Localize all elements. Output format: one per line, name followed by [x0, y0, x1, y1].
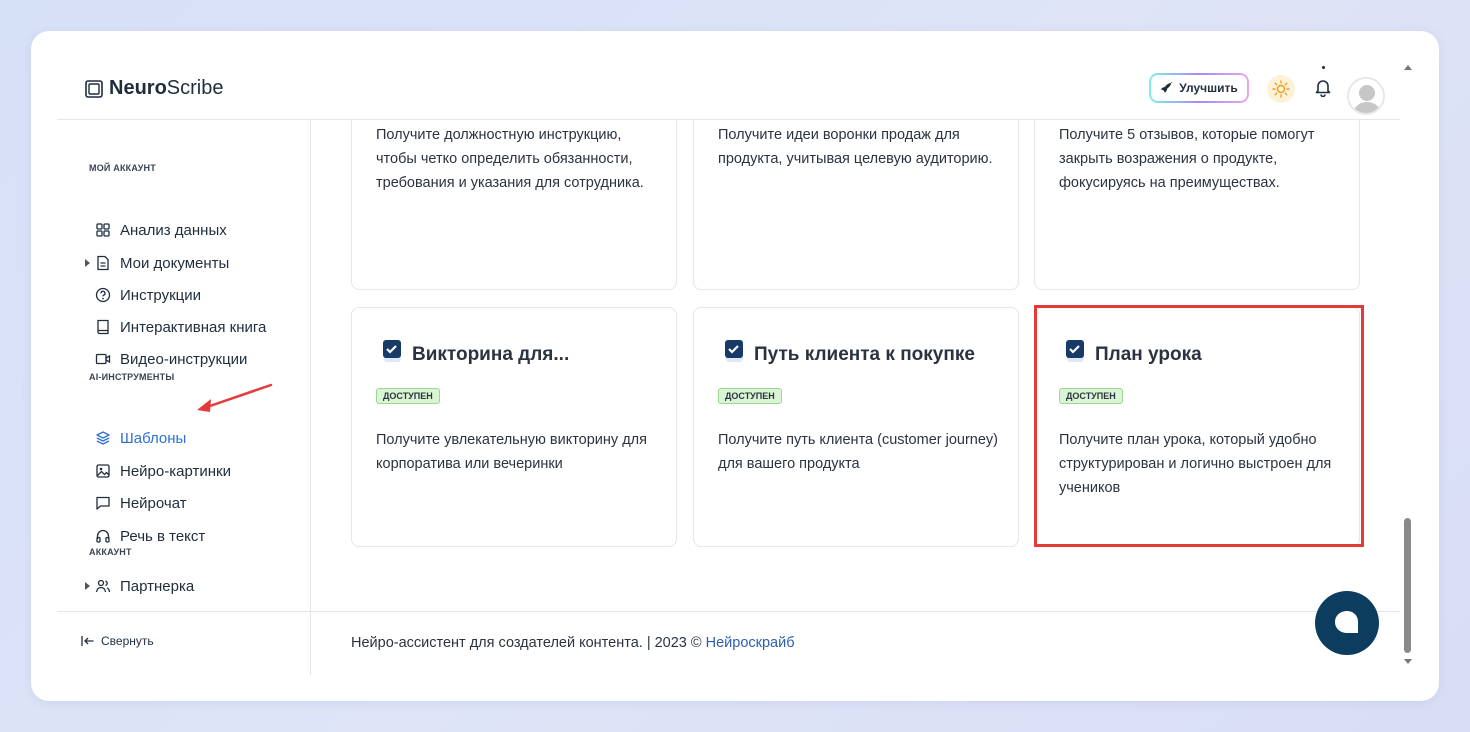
sidebar-section-my-account: МОЙ АККАУНТ [89, 163, 156, 173]
collapse-sidebar-button[interactable]: Свернуть [81, 634, 154, 648]
template-card-description: Получите должностную инструкцию, чтобы ч… [376, 127, 644, 191]
book-icon [97, 319, 109, 335]
sidebar-item-label: Речь в текст [120, 527, 206, 545]
footer: Нейро-ассистент для создателей контента.… [351, 635, 795, 651]
chat-bubble-icon [1335, 611, 1358, 633]
notifications-button[interactable] [1313, 77, 1333, 102]
sidebar-item-label: Инструкции [120, 286, 202, 304]
sidebar-item-label: Шаблоны [120, 429, 187, 447]
scroll-up-arrow-icon[interactable] [1404, 65, 1412, 70]
footer-text: Нейро-ассистент для создателей контента.… [351, 635, 706, 651]
template-card-customer-journey[interactable]: Путь клиента к покупке ДОСТУПЕН Получите… [693, 307, 1019, 547]
sun-icon [1272, 80, 1290, 98]
scrollbar-thumb[interactable] [1404, 518, 1411, 653]
sidebar-item-data-analysis[interactable]: Анализ данных [95, 219, 227, 241]
sidebar-item-label: Видео-инструкции [120, 350, 248, 368]
annotation-arrow-icon [197, 383, 273, 412]
template-card-title: Викторина для... [382, 340, 570, 366]
checkbox-icon [383, 340, 401, 362]
sidebar-item-label: Мои документы [120, 254, 230, 272]
template-card-title: Путь клиента к покупке [724, 340, 975, 366]
status-badge: ДОСТУПЕН [718, 388, 782, 404]
expand-caret-icon[interactable] [85, 259, 90, 267]
logo-text-regular: Scribe [166, 77, 224, 99]
sidebar-item-label: Анализ данных [120, 221, 227, 239]
users-icon [95, 579, 111, 593]
grid-icon [96, 223, 110, 237]
collapse-label: Свернуть [101, 634, 154, 648]
template-card-description: Получите увлекательную викторину для кор… [376, 432, 647, 472]
layers-icon [96, 431, 110, 445]
notification-dot [1322, 66, 1325, 69]
sidebar-item-speech-to-text[interactable]: Речь в текст [95, 525, 205, 547]
highlight-box [1034, 305, 1364, 547]
chat-icon [96, 496, 110, 510]
headphones-icon [96, 529, 110, 543]
document-icon [97, 255, 109, 271]
template-card[interactable]: Получите должностную инструкцию, чтобы ч… [351, 120, 677, 290]
user-avatar-icon [1349, 79, 1383, 113]
collapse-arrow-icon [81, 636, 94, 646]
template-card-title-text: Викторина для... [412, 344, 570, 365]
sidebar-item-neurochat[interactable]: Нейрочат [95, 492, 187, 514]
template-card[interactable]: Получите 5 отзывов, которые помогут закр… [1034, 120, 1360, 290]
template-card[interactable]: Получите идеи воронки продаж для продукт… [693, 120, 1019, 290]
status-badge: ДОСТУПЕН [376, 388, 440, 404]
app-logo[interactable]: Neuro Scribe [85, 77, 224, 100]
sidebar-item-my-documents[interactable]: Мои документы [85, 252, 230, 274]
image-icon [96, 464, 110, 478]
sidebar-section-ai-tools: AI-ИНСТРУМЕНТЫ [89, 372, 175, 382]
sidebar-item-partner[interactable]: Партнерка [85, 575, 195, 597]
sidebar-item-label: Интерактивная книга [120, 318, 267, 336]
sidebar-item-templates[interactable]: Шаблоны [95, 427, 186, 449]
sidebar-item-neuro-images[interactable]: Нейро-картинки [95, 460, 231, 482]
sidebar-item-label: Нейрочат [120, 494, 187, 512]
sidebar-section-account: АККАУНТ [89, 547, 132, 557]
sidebar-item-interactive-book[interactable]: Интерактивная книга [95, 316, 266, 338]
top-header: Neuro Scribe Улучшить [57, 31, 1400, 120]
footer-divider [311, 611, 1401, 612]
app-window: Neuro Scribe Улучшить МОЙ АККАУНТ Анализ… [31, 31, 1439, 701]
footer-link[interactable]: Нейроскрайб [706, 635, 795, 651]
sidebar-divider [57, 611, 311, 612]
checkbox-icon [725, 340, 743, 362]
logo-text-bold: Neuro [109, 77, 167, 99]
help-circle-icon [95, 287, 111, 303]
chat-widget-button[interactable] [1315, 591, 1379, 655]
upgrade-button[interactable]: Улучшить [1149, 73, 1249, 103]
rocket-icon [1161, 81, 1173, 93]
theme-toggle[interactable] [1267, 75, 1295, 103]
logo-icon [85, 79, 103, 98]
template-card-description: Получите 5 отзывов, которые помогут закр… [1059, 127, 1315, 191]
sidebar-item-label: Нейро-картинки [120, 462, 231, 480]
sidebar-item-instructions[interactable]: Инструкции [95, 284, 201, 306]
expand-caret-icon[interactable] [85, 582, 90, 590]
upgrade-label: Улучшить [1179, 81, 1238, 95]
video-icon [95, 353, 111, 365]
sidebar-item-video-instructions[interactable]: Видео-инструкции [95, 348, 247, 370]
template-card-description: Получите идеи воронки продаж для продукт… [718, 127, 993, 167]
template-card-title-text: Путь клиента к покупке [754, 344, 975, 365]
template-card-description: Получите путь клиента (customer journey)… [718, 432, 999, 472]
user-avatar[interactable] [1347, 77, 1385, 115]
sidebar-item-label: Партнерка [120, 577, 195, 595]
template-card-quiz[interactable]: Викторина для... ДОСТУПЕН Получите увлек… [351, 307, 677, 547]
bell-icon [1315, 80, 1331, 98]
scroll-down-arrow-icon[interactable] [1404, 659, 1412, 664]
